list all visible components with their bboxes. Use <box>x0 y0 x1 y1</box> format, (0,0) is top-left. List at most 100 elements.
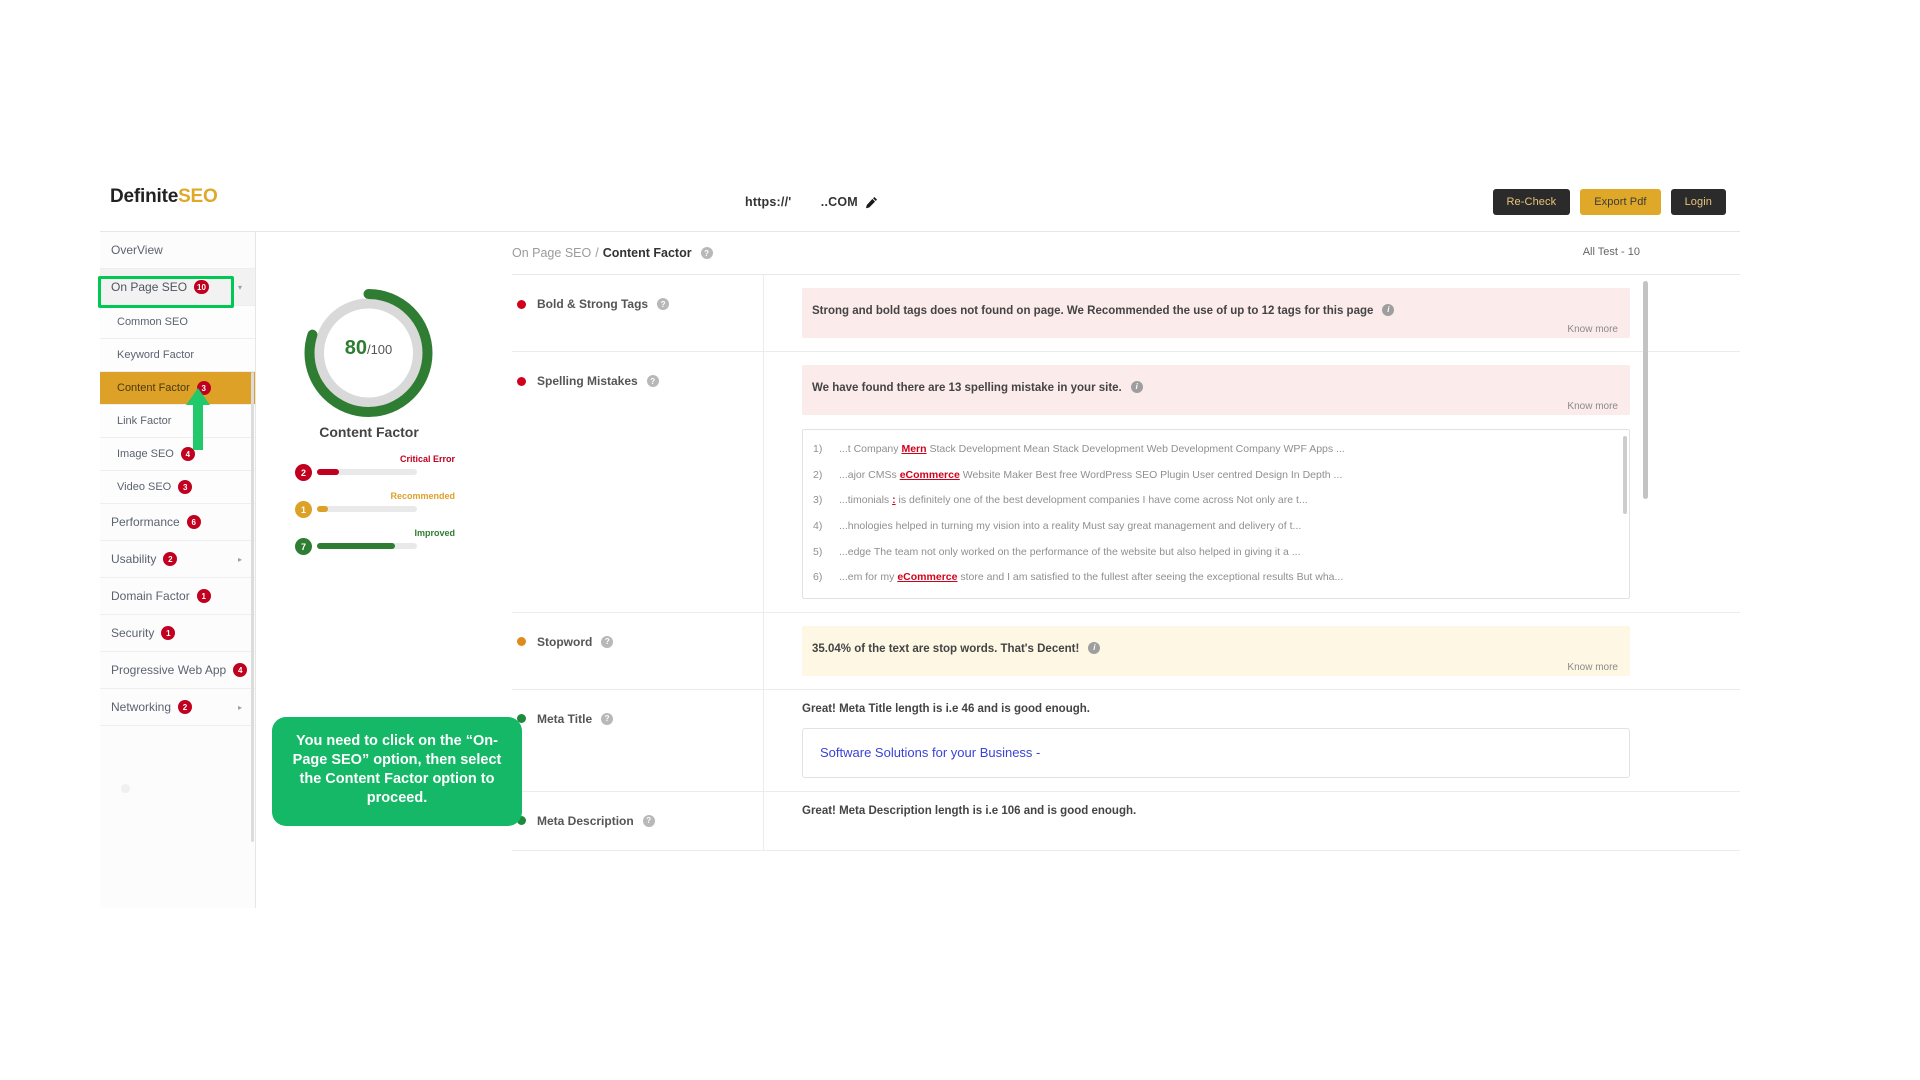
sidebar-item-label: Content Factor <box>117 382 190 394</box>
sidebar-item-common-seo[interactable]: Common SEO <box>100 306 255 339</box>
list-item-index: 1) <box>813 443 823 455</box>
info-icon[interactable]: i <box>1130 380 1143 393</box>
sidebar-item-label: Performance <box>111 515 180 529</box>
help-icon[interactable]: ? <box>657 298 670 310</box>
list-scrollbar[interactable] <box>1623 436 1627 514</box>
sidebar-item-on-page-seo[interactable]: On Page SEO 10 ▾ <box>100 269 255 306</box>
sidebar-item-overview[interactable]: OverView <box>100 232 255 269</box>
sidebar-item-badge: 2 <box>163 552 178 566</box>
meta-title-value[interactable]: Software Solutions for your Business - <box>820 745 1040 760</box>
breadcrumb-current: Content Factor <box>602 246 692 260</box>
know-more-link[interactable]: Know more <box>1567 662 1618 673</box>
sidebar-item-label: Domain Factor <box>111 589 190 603</box>
legend-progress-track <box>317 543 417 549</box>
misspelled-word: : <box>892 494 896 507</box>
meta-title-preview-box: Software Solutions for your Business - <box>802 727 1630 778</box>
help-icon[interactable]: ? <box>601 712 614 725</box>
sidebar-item-label: Security <box>111 626 155 640</box>
recheck-button[interactable]: Re-Check <box>1492 189 1571 215</box>
results-scroll-area: Bold & Strong Tags? Strong and bold tags … <box>512 274 1740 882</box>
results-scrollbar[interactable] <box>1643 281 1648 499</box>
result-row: Meta Title? Great! Meta Title length is i… <box>512 689 1740 792</box>
logo-primary-text: Definite <box>110 186 179 207</box>
know-more-link[interactable]: Know more <box>1567 401 1618 412</box>
header-bar: DefiniteSEO https://' ..COM Re-Check Exp… <box>100 178 1740 231</box>
sidebar-item-link-factor[interactable]: Link Factor <box>100 405 255 438</box>
result-message: Great! Meta Description length is i.e 10… <box>802 804 1137 817</box>
info-icon[interactable]: i <box>1088 641 1101 654</box>
site-url-text: https://' ..COM <box>745 195 858 209</box>
result-message: We have found there are 13 spelling mist… <box>812 382 1122 394</box>
legend-label: Critical Error <box>399 454 455 464</box>
sidebar-item-label: On Page SEO <box>111 280 188 294</box>
list-item-index: 6) <box>813 571 823 584</box>
score-legend: 2 Critical Error 1 Recommended 7 Improved <box>295 454 455 565</box>
legend-count-badge: 7 <box>295 538 312 555</box>
sidebar-item-video-seo[interactable]: Video SEO 3 <box>100 471 255 504</box>
list-item-index: 4) <box>813 519 823 532</box>
sidebar-item-label: Common SEO <box>117 316 188 328</box>
app-logo[interactable]: DefiniteSEO <box>110 186 218 208</box>
legend-progress-fill <box>317 506 328 512</box>
sidebar-item-domain-factor[interactable]: Domain Factor 1 <box>100 578 255 615</box>
score-max: /100 <box>366 342 393 357</box>
result-message-box: 35.04% of the text are stop words. That'… <box>802 625 1630 676</box>
sidebar-item-label: Link Factor <box>117 415 172 427</box>
breadcrumb-parent[interactable]: On Page SEO <box>512 246 591 260</box>
sidebar-item-content-factor[interactable]: Content Factor 3 <box>100 372 255 405</box>
list-item-index: 5) <box>813 545 823 558</box>
chevron-right-icon[interactable]: ▸ <box>238 555 242 564</box>
sidebar-item-usability[interactable]: Usability 2 ▸ <box>100 541 255 578</box>
list-item: 3) ...timonials : is definitely one of th… <box>803 488 1629 514</box>
result-row-right: Great! Meta Title length is i.e 46 and i… <box>764 690 1740 791</box>
help-icon[interactable]: ? <box>646 375 659 387</box>
result-row: Meta Description? Great! Meta Description… <box>512 791 1740 851</box>
help-icon[interactable]: ? <box>642 814 655 827</box>
help-icon[interactable]: ? <box>601 635 614 648</box>
result-row: Stopword? 35.04% of the text are stop wor… <box>512 612 1740 690</box>
result-message: Strong and bold tags does not found on p… <box>812 305 1374 317</box>
sidebar-item-badge: 1 <box>161 626 176 640</box>
result-row-right: 35.04% of the text are stop words. That'… <box>764 613 1740 689</box>
sidebar-item-badge: 2 <box>178 700 193 714</box>
sidebar-nav: OverView On Page SEO 10 ▾ Common SEO Keyword … <box>98 232 256 908</box>
list-item-text: ...edge The team not only worked on the … <box>839 545 1301 558</box>
sidebar-item-security[interactable]: Security 1 <box>100 615 255 652</box>
sidebar-scrollbar[interactable] <box>251 372 254 842</box>
chevron-down-icon[interactable]: ▾ <box>238 283 242 292</box>
misspelled-word: eCommerce <box>897 571 958 584</box>
status-dot-critical <box>517 299 526 309</box>
list-item-index: 2) <box>813 468 823 481</box>
breadcrumb: On Page SEO / Content Factor ? All Test … <box>512 232 1740 274</box>
sidebar-item-keyword-factor[interactable]: Keyword Factor <box>100 339 255 372</box>
sidebar-placeholder-dot <box>121 784 130 793</box>
sidebar-item-badge: 10 <box>194 280 209 294</box>
result-label: Meta Description <box>537 813 634 828</box>
sidebar-item-performance[interactable]: Performance 6 <box>100 504 255 541</box>
export-pdf-button[interactable]: Export Pdf <box>1580 189 1661 215</box>
instruction-callout: You need to click on the “On-Page SEO” o… <box>272 717 522 826</box>
legend-progress-fill <box>317 543 395 549</box>
list-item-text: ...timonials : is definitely one of the … <box>839 494 1308 507</box>
misspelled-word: eCommerce <box>899 468 960 481</box>
info-icon[interactable]: i <box>1382 303 1395 316</box>
legend-row: 2 Critical Error <box>295 454 455 491</box>
result-row: Spelling Mistakes? We have found there ar… <box>512 352 1740 613</box>
score-value: 80 <box>344 337 367 359</box>
result-label: Meta Title <box>537 711 593 726</box>
legend-progress-track <box>317 469 417 475</box>
green-up-arrow-annotation <box>186 388 210 450</box>
chevron-right-icon[interactable]: ▸ <box>238 703 242 712</box>
pencil-icon[interactable] <box>865 196 878 209</box>
sidebar-item-label: OverView <box>111 243 163 257</box>
help-icon[interactable]: ? <box>700 247 713 259</box>
sidebar-item-networking[interactable]: Networking 2 ▸ <box>100 689 255 726</box>
sidebar-item-badge: 4 <box>233 663 248 677</box>
login-button[interactable]: Login <box>1670 189 1726 215</box>
know-more-link[interactable]: Know more <box>1567 324 1618 335</box>
list-item-text: ...hnologies helped in turning my vision… <box>839 519 1302 532</box>
sidebar-item-progressive-web-app[interactable]: Progressive Web App 4 <box>100 652 255 689</box>
legend-count-badge: 2 <box>295 464 312 481</box>
sidebar-item-image-seo[interactable]: Image SEO 4 <box>100 438 255 471</box>
sidebar-item-label: Progressive Web App <box>111 663 227 677</box>
